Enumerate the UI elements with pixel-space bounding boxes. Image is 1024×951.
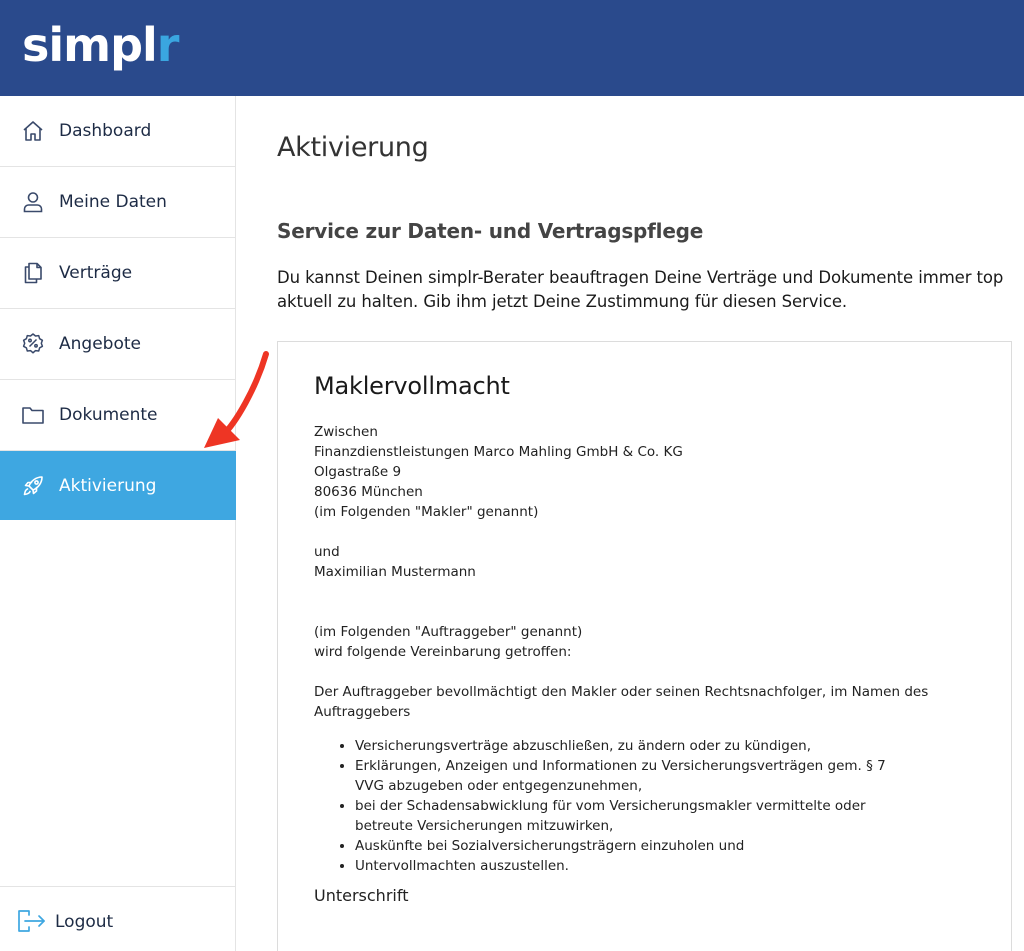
section-title: Service zur Daten- und Vertragspflege (277, 219, 704, 243)
sidebar-item-label: Dashboard (59, 121, 152, 141)
logout-button[interactable]: Logout (0, 886, 236, 951)
company-name: Finanzdienstleistungen Marco Mahling Gmb… (314, 444, 683, 460)
sidebar-item-meine-daten[interactable]: Meine Daten (0, 167, 236, 238)
sidebar-item-label: Dokumente (59, 405, 158, 425)
documents-icon (24, 262, 42, 284)
client-note: (im Folgenden "Auftraggeber" genannt) (314, 624, 583, 640)
agreement-text: wird folgende Vereinbarung getroffen: (314, 644, 572, 660)
top-header: simplr (0, 0, 1024, 96)
power-of-attorney-card: Maklervollmacht Zwischen Finanzdienstlei… (277, 341, 1012, 951)
between-text: Zwischen (314, 424, 378, 440)
sidebar-item-vertraege[interactable]: Verträge (0, 238, 236, 309)
simplr-logo[interactable]: simplr (22, 18, 179, 72)
home-icon (23, 121, 43, 141)
list-item: Untervollmachten auszustellen. (355, 856, 914, 876)
sidebar-item-label: Meine Daten (59, 192, 167, 212)
list-item: bei der Schadensabwicklung für vom Versi… (355, 796, 914, 836)
card-body: Zwischen Finanzdienstleistungen Marco Ma… (314, 422, 954, 906)
logout-icon (18, 910, 45, 932)
company-street: Olgastraße 9 (314, 464, 402, 480)
and-text: und (314, 544, 340, 560)
list-item: Versicherungsverträge abzuschließen, zu … (355, 736, 914, 756)
list-item: Erklärungen, Anzeigen und Informationen … (355, 756, 914, 796)
rocket-icon (23, 475, 43, 495)
main-content: Aktivierung Service zur Daten- und Vertr… (237, 96, 1024, 951)
client-name: Maximilian Mustermann (314, 564, 476, 580)
percent-badge-icon (22, 333, 44, 354)
logout-label: Logout (55, 912, 114, 932)
sidebar-item-dashboard[interactable]: Dashboard (0, 96, 236, 167)
sidebar-item-label: Angebote (59, 334, 141, 354)
folder-icon (22, 407, 44, 424)
user-icon (23, 192, 43, 213)
makler-note: (im Folgenden "Makler" genannt) (314, 504, 539, 520)
company-city: 80636 München (314, 484, 423, 500)
sidebar-item-label: Aktivierung (59, 475, 157, 496)
sidebar-item-label: Verträge (59, 263, 133, 283)
card-title: Maklervollmacht (314, 372, 510, 400)
list-item: Auskünfte bei Sozialversicherungsträgern… (355, 836, 914, 856)
page-title: Aktivierung (277, 132, 429, 163)
sidebar: Dashboard Meine Daten Verträge Angebote … (0, 96, 236, 951)
sidebar-item-aktivierung[interactable]: Aktivierung (0, 451, 236, 520)
authorization-list: Versicherungsverträge abzuschließen, zu … (314, 736, 914, 876)
intro-text: Du kannst Deinen simplr-Berater beauftra… (277, 268, 1004, 311)
authorization-text: Der Auftraggeber bevollmächtigt den Makl… (314, 684, 929, 720)
signature-label: Unterschrift (314, 886, 409, 905)
